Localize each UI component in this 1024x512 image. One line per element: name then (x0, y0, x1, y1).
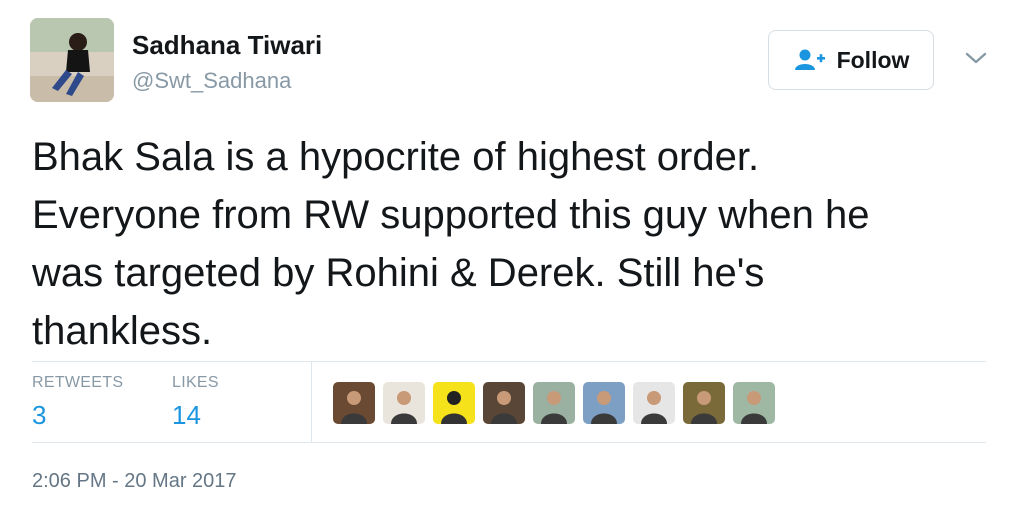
liker-avatar[interactable] (733, 382, 775, 424)
profile-photo (30, 18, 114, 102)
user-handle[interactable]: @Swt_Sadhana (132, 68, 291, 94)
tweet-text: Bhak Sala is a hypocrite of highest orde… (32, 128, 992, 360)
tweet-timestamp[interactable]: 2:06 PM - 20 Mar 2017 (32, 470, 237, 493)
tweet-line: Everyone from RW supported this guy when… (32, 193, 870, 237)
liker-avatar-image (633, 382, 675, 424)
liker-avatar[interactable] (533, 382, 575, 424)
liker-avatar-image (733, 382, 775, 424)
likes-label: LIKES (172, 374, 219, 391)
liker-avatar[interactable] (683, 382, 725, 424)
liker-avatar[interactable] (383, 382, 425, 424)
liker-avatar-image (483, 382, 525, 424)
profile-avatar[interactable] (30, 18, 114, 102)
add-user-icon (793, 48, 827, 72)
liker-avatar[interactable] (583, 382, 625, 424)
stats-top-divider (32, 361, 986, 362)
stats-vertical-divider (311, 362, 312, 442)
liker-avatar[interactable] (633, 382, 675, 424)
liker-avatar-image (383, 382, 425, 424)
likes-stat[interactable]: LIKES 14 (172, 374, 219, 431)
liker-avatar-image (533, 382, 575, 424)
liker-avatar[interactable] (333, 382, 375, 424)
tweet-line: was targeted by Rohini & Derek. Still he… (32, 251, 765, 295)
tweet-line: thankless. (32, 309, 213, 353)
liker-avatar[interactable] (433, 382, 475, 424)
stats-bottom-divider (32, 442, 986, 443)
retweets-stat[interactable]: RETWEETS 3 (32, 374, 123, 431)
retweets-label: RETWEETS (32, 374, 124, 391)
retweets-count: 3 (32, 400, 47, 430)
chevron-down-icon (965, 52, 987, 64)
liker-avatar-image (333, 382, 375, 424)
display-name[interactable]: Sadhana Tiwari (132, 30, 322, 61)
liker-avatars (333, 382, 775, 424)
likes-count: 14 (172, 400, 201, 430)
liker-avatar-image (683, 382, 725, 424)
more-options-button[interactable] (962, 46, 990, 70)
follow-button[interactable]: Follow (768, 30, 934, 90)
liker-avatar[interactable] (483, 382, 525, 424)
tweet-line: Bhak Sala is a hypocrite of highest orde… (32, 135, 760, 179)
liker-avatar-image (433, 382, 475, 424)
follow-button-label: Follow (836, 46, 910, 73)
liker-avatar-image (583, 382, 625, 424)
